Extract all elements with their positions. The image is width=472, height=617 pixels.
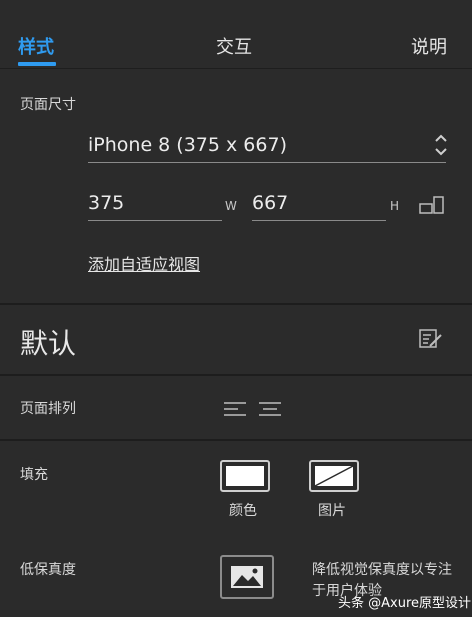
width-input[interactable]: 375 [88,192,124,214]
device-select[interactable]: iPhone 8 (375 x 667) [88,134,287,156]
page-arrangement-label: 页面排列 [20,401,76,417]
add-adaptive-view-link[interactable]: 添加自适应视图 [88,251,200,275]
tab-interaction[interactable]: 交互 [216,33,252,59]
width-input-underline [88,220,222,221]
fill-label: 填充 [20,467,48,483]
height-input[interactable]: 667 [252,192,288,214]
active-tab-indicator [18,62,56,66]
tab-style[interactable]: 样式 [18,33,54,59]
align-left-icon[interactable] [224,401,246,417]
select-updown-icon[interactable] [432,131,450,159]
orientation-toggle-icon[interactable] [419,195,447,217]
watermark: 头条 @Axure原型设计 [338,596,472,611]
fill-color-button[interactable] [220,460,270,492]
low-fidelity-label: 低保真度 [20,562,76,578]
device-select-underline [88,162,446,163]
page-size-label: 页面尺寸 [20,97,76,113]
section-divider [0,303,472,305]
image-placeholder-icon [314,465,354,487]
fill-image-button[interactable] [309,460,359,492]
section-divider [0,374,472,376]
tab-notes[interactable]: 说明 [411,33,447,59]
fill-image-label: 图片 [318,503,346,519]
section-divider [0,439,472,441]
edit-style-icon[interactable] [418,327,444,351]
low-fidelity-toggle[interactable] [220,555,274,599]
fill-color-label: 颜色 [229,503,257,519]
color-swatch [226,466,264,486]
align-center-icon[interactable] [259,401,281,417]
default-style-title: 默认 [20,327,77,360]
low-fidelity-description: 降低视觉保真度以专注 [312,562,452,578]
landscape-image-icon [231,566,263,588]
width-unit-label: W [225,199,237,213]
height-unit-label: H [390,199,400,213]
height-input-underline [252,220,386,221]
